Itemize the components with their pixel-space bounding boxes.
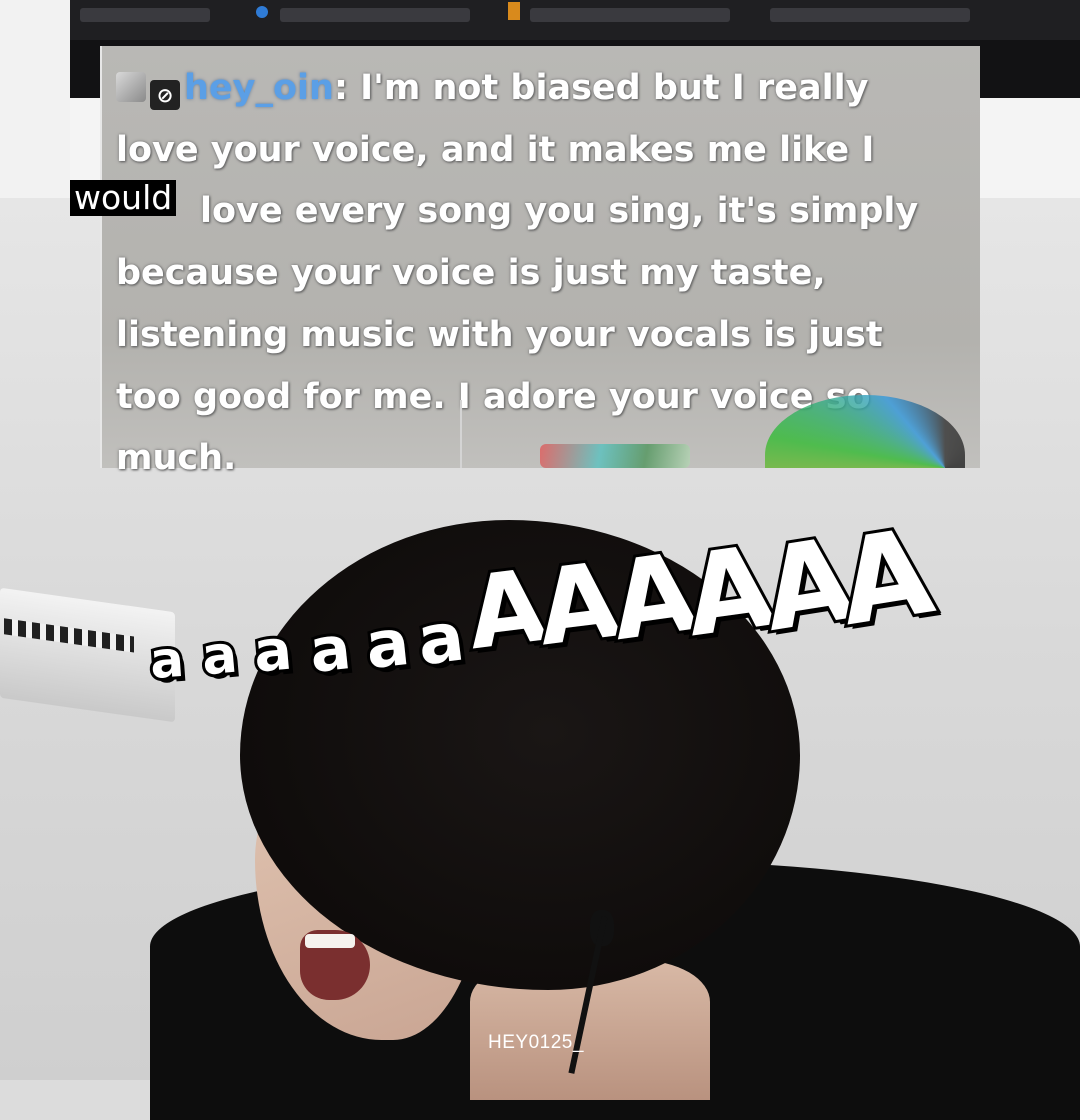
- chat-line: much.: [116, 438, 237, 479]
- watermark: HEY0125_: [488, 1032, 584, 1053]
- chat-line: love your voice, and it makes me like I: [116, 129, 875, 170]
- background-artwork: [540, 444, 690, 468]
- browser-tab: [280, 8, 470, 22]
- piano-keys: [4, 618, 134, 653]
- background-wall-top: [0, 0, 70, 198]
- scream-letter: a: [145, 627, 189, 693]
- scream-letter: a: [248, 614, 297, 688]
- browser-tab: [530, 8, 730, 22]
- browser-tab: [80, 8, 210, 22]
- caption-word: would: [70, 180, 177, 216]
- teeth: [305, 934, 355, 948]
- browser-tab: [770, 8, 970, 22]
- chat-line: too good for me. I adore your voice so: [116, 376, 871, 417]
- scream-letter: a: [196, 622, 242, 691]
- chat-line: listening music with your vocals is just: [116, 314, 883, 355]
- tab-favicon-icon: [256, 6, 268, 18]
- chat-line: love every song you sing, it's simply: [200, 191, 919, 232]
- browser-tab-bar: [70, 0, 1080, 40]
- chat-line: because your voice is just my taste,: [116, 253, 826, 294]
- scream-text: aaaaaaAAAAAA: [145, 499, 950, 700]
- background-divider: [460, 400, 462, 468]
- scream-letter: A: [827, 499, 945, 656]
- robot-badge-icon: [116, 72, 146, 102]
- chat-line: I'm not biased but I really: [360, 68, 869, 108]
- chat-username[interactable]: hey_oin: [184, 68, 334, 108]
- scream-letter: a: [359, 603, 416, 687]
- person-mouth: [300, 930, 370, 1000]
- eye-slash-badge-icon: ⊘: [150, 80, 180, 110]
- scream-letter: a: [410, 595, 471, 685]
- chat-separator: :: [333, 68, 361, 108]
- scream-letter: a: [303, 610, 357, 690]
- tab-favicon-icon: [508, 2, 520, 20]
